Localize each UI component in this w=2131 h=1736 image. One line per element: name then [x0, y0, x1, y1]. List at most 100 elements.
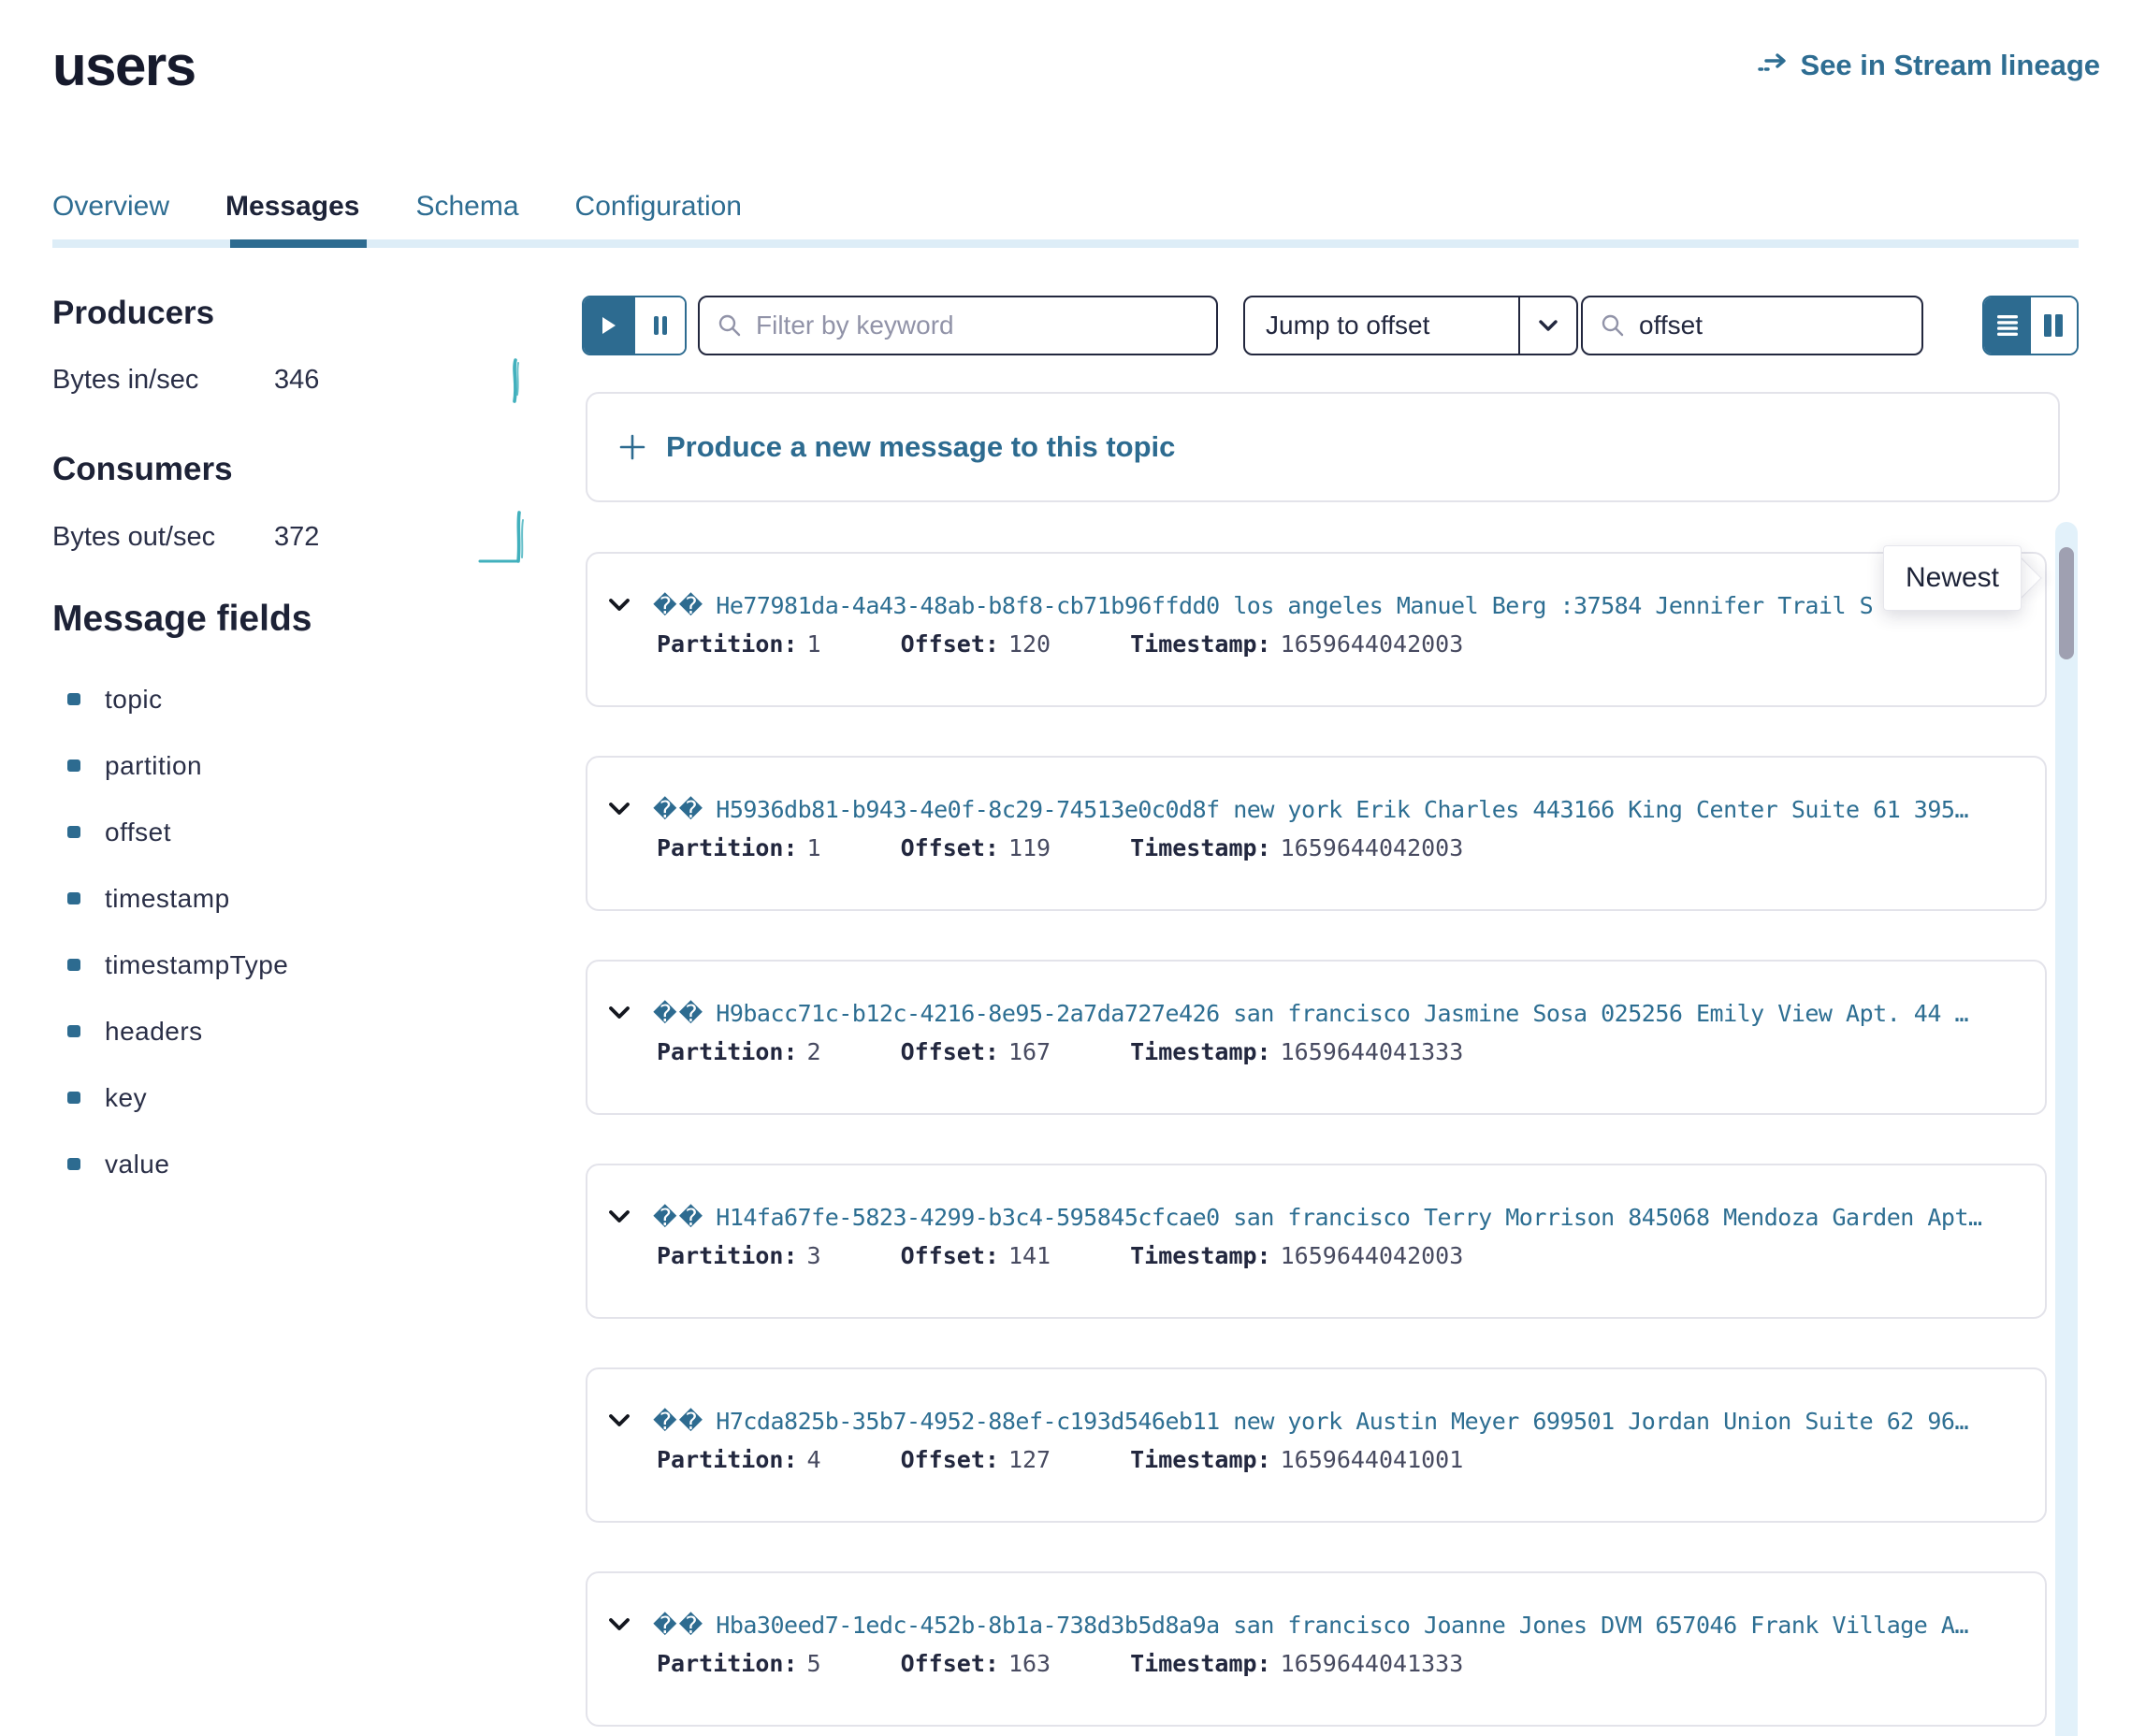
field-bullet-icon	[67, 826, 80, 838]
offset-search-field	[1581, 296, 1923, 355]
pause-button[interactable]	[635, 297, 685, 354]
column-view-icon	[2043, 313, 2064, 338]
bytes-in-metric: Bytes in/sec 346	[52, 365, 361, 396]
partition-value: 4	[807, 1446, 821, 1476]
message-row[interactable]: �� He77981da-4a43-48ab-b8f8-cb71b96ffdd0…	[586, 552, 2047, 707]
message-key: He77981da-4a43-48ab-b8f8-cb71b96ffdd0 lo…	[716, 592, 1873, 619]
jump-to-offset-select[interactable]: Jump to offset	[1243, 296, 1578, 355]
tab-schema[interactable]: Schema	[415, 191, 518, 247]
see-in-stream-lineage-link[interactable]: See in Stream lineage	[1758, 49, 2100, 82]
message-row[interactable]: �� H7cda825b-35b7-4952-88ef-c193d546eb11…	[586, 1367, 2047, 1523]
field-bullet-icon	[67, 760, 80, 772]
expand-chevron-icon[interactable]	[608, 598, 631, 613]
timestamp-value: 1659644041001	[1281, 1446, 1464, 1476]
expand-chevron-icon[interactable]	[608, 1209, 631, 1224]
partition-label: Partition:	[657, 630, 798, 660]
scrollbar-track[interactable]	[2055, 522, 2078, 1736]
topic-messages-screen: users See in Stream lineage Overview Mes…	[0, 0, 2131, 1736]
message-key-prefix: ��	[653, 1000, 704, 1027]
field-bullet-icon	[67, 1092, 80, 1104]
tab-messages[interactable]: Messages	[225, 191, 359, 247]
message-fields-list: topic partition offset timestamp timesta…	[67, 666, 288, 1197]
expand-chevron-icon[interactable]	[608, 1617, 631, 1632]
offset-value: 119	[1008, 834, 1051, 864]
field-item-headers: headers	[67, 998, 288, 1064]
offset-value: 120	[1008, 630, 1051, 660]
offset-label: Offset:	[901, 1242, 999, 1272]
produce-message-label: Produce a new message to this topic	[666, 430, 1175, 464]
consumers-heading: Consumers	[52, 451, 233, 488]
field-item-timestampType: timestampType	[67, 932, 288, 998]
offset-label: Offset:	[901, 630, 999, 660]
produce-message-button[interactable]: Produce a new message to this topic	[586, 392, 2060, 502]
timestamp-value: 1659644042003	[1281, 834, 1464, 864]
bytes-in-value: 346	[274, 365, 319, 396]
partition-value: 1	[807, 834, 821, 864]
search-icon	[717, 312, 743, 339]
offset-label: Offset:	[901, 1446, 999, 1476]
field-bullet-icon	[67, 1158, 80, 1170]
message-key: H5936db81-b943-4e0f-8c29-74513e0c0d8f ne…	[716, 796, 1968, 823]
message-row[interactable]: �� H5936db81-b943-4e0f-8c29-74513e0c0d8f…	[586, 756, 2047, 911]
offset-label: Offset:	[901, 834, 999, 864]
tab-overview[interactable]: Overview	[52, 191, 169, 247]
message-key: H14fa67fe-5823-4299-b3c4-595845cfcae0 sa…	[716, 1204, 1981, 1231]
filter-keyword-field	[698, 296, 1218, 355]
field-item-topic: topic	[67, 666, 288, 732]
play-button[interactable]	[584, 297, 635, 354]
offset-value: 167	[1008, 1038, 1051, 1068]
see-in-stream-lineage-label: See in Stream lineage	[1801, 49, 2100, 82]
offset-search-input[interactable]	[1639, 311, 1905, 340]
bytes-in-sparkline-chart	[505, 357, 526, 404]
newest-tooltip: Newest	[1883, 545, 2022, 611]
offset-value: 163	[1008, 1650, 1051, 1680]
timestamp-label: Timestamp:	[1130, 630, 1271, 660]
bytes-out-value: 372	[274, 522, 319, 553]
timestamp-label: Timestamp:	[1130, 834, 1271, 864]
list-view-icon	[1996, 313, 2019, 338]
select-caret-button[interactable]	[1518, 297, 1576, 354]
offset-value: 127	[1008, 1446, 1051, 1476]
message-key: H9bacc71c-b12c-4216-8e95-2a7da727e426 sa…	[716, 1000, 1968, 1027]
timestamp-value: 1659644041333	[1281, 1038, 1464, 1068]
column-view-button[interactable]	[2031, 297, 2078, 354]
chevron-down-icon	[1538, 319, 1558, 332]
partition-value: 1	[807, 630, 821, 660]
field-item-partition: partition	[67, 732, 288, 799]
tab-configuration[interactable]: Configuration	[575, 191, 742, 247]
partition-value: 5	[807, 1650, 821, 1680]
message-row[interactable]: �� H9bacc71c-b12c-4216-8e95-2a7da727e426…	[586, 960, 2047, 1115]
message-key: H7cda825b-35b7-4952-88ef-c193d546eb11 ne…	[716, 1408, 1968, 1435]
field-item-key: key	[67, 1064, 288, 1131]
plus-icon	[617, 432, 647, 462]
producers-heading: Producers	[52, 295, 214, 332]
partition-label: Partition:	[657, 1446, 798, 1476]
scrollbar-thumb[interactable]	[2059, 547, 2074, 659]
tab-active-indicator	[230, 239, 367, 248]
search-icon	[1600, 312, 1626, 339]
message-key-prefix: ��	[653, 1408, 704, 1435]
expand-chevron-icon[interactable]	[608, 1413, 631, 1428]
view-mode-toggle	[1982, 296, 2079, 355]
pause-icon	[652, 314, 669, 337]
list-view-button[interactable]	[1984, 297, 2031, 354]
expand-chevron-icon[interactable]	[608, 802, 631, 817]
tab-bar: Overview Messages Schema Configuration	[52, 191, 742, 247]
partition-label: Partition:	[657, 834, 798, 864]
timestamp-value: 1659644042003	[1281, 630, 1464, 660]
play-icon	[601, 315, 617, 336]
timestamp-value: 1659644042003	[1281, 1242, 1464, 1272]
message-row[interactable]: �� Hba30eed7-1edc-452b-8b1a-738d3b5d8a9a…	[586, 1571, 2047, 1727]
field-bullet-icon	[67, 959, 80, 971]
play-pause-toggle	[582, 296, 687, 355]
stream-lineage-icon	[1758, 52, 1790, 79]
expand-chevron-icon[interactable]	[608, 1005, 631, 1020]
field-item-timestamp: timestamp	[67, 865, 288, 932]
jump-to-offset-value: Jump to offset	[1245, 297, 1518, 354]
field-bullet-icon	[67, 693, 80, 705]
message-row[interactable]: �� H14fa67fe-5823-4299-b3c4-595845cfcae0…	[586, 1164, 2047, 1319]
partition-label: Partition:	[657, 1242, 798, 1272]
partition-label: Partition:	[657, 1038, 798, 1068]
offset-label: Offset:	[901, 1038, 999, 1068]
filter-keyword-input[interactable]	[756, 311, 1199, 340]
